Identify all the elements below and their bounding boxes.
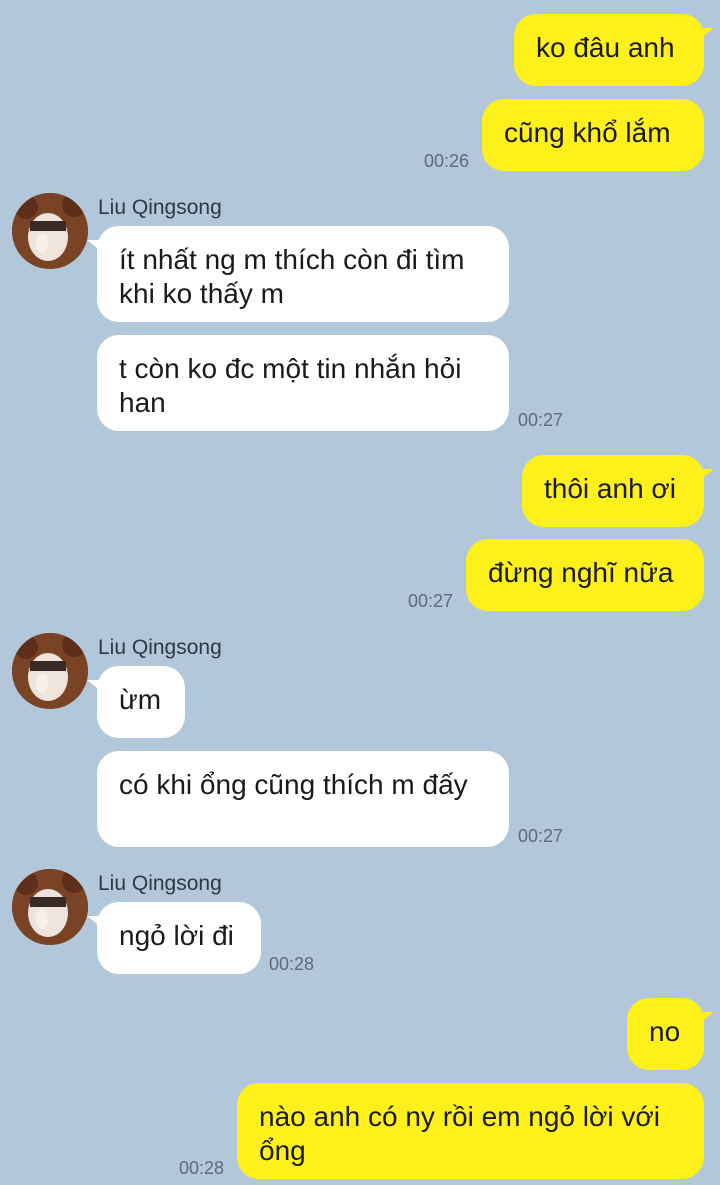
message-timestamp: 00:26 bbox=[424, 151, 470, 171]
message-text: t còn ko đc một tin nhắn hỏi han bbox=[119, 353, 462, 418]
message-bubble-received[interactable]: có khi ổng cũng thích m đấy bbox=[97, 751, 509, 847]
message-text: ít nhất ng m thích còn đi tìm khi ko thấ… bbox=[119, 244, 465, 309]
message-bubble-sent[interactable]: thôi anh ơi bbox=[522, 455, 714, 527]
message-text: có khi ổng cũng thích m đấy bbox=[119, 769, 468, 800]
message-bubble-sent[interactable]: cũng khổ lắm bbox=[482, 99, 704, 171]
sender-name: Liu Qingsong bbox=[98, 636, 222, 659]
contact-avatar[interactable] bbox=[12, 193, 88, 269]
chat-view[interactable]: ko đâu anh cũng khổ lắm 00:26 Liu Qingso… bbox=[0, 0, 720, 1185]
contact-avatar[interactable] bbox=[12, 869, 88, 945]
bear-hood-photo-icon bbox=[12, 633, 88, 709]
message-timestamp: 00:27 bbox=[408, 591, 454, 611]
message-bubble-sent[interactable]: no bbox=[627, 998, 714, 1070]
message-bubble-received[interactable]: ừm bbox=[87, 666, 185, 738]
message-bubble-received[interactable]: t còn ko đc một tin nhắn hỏi han bbox=[97, 335, 509, 431]
message-bubble-sent[interactable]: đừng nghĩ nữa bbox=[466, 539, 704, 611]
message-text: ừm bbox=[119, 684, 162, 715]
message-bubble-sent[interactable]: ko đâu anh bbox=[514, 14, 714, 86]
message-text: cũng khổ lắm bbox=[504, 117, 671, 148]
message-text: thôi anh ơi bbox=[544, 473, 677, 504]
message-text: ngỏ lời đi bbox=[119, 920, 234, 951]
message-timestamp: 00:28 bbox=[269, 954, 315, 974]
bear-hood-photo-icon bbox=[12, 193, 88, 269]
message-timestamp: 00:27 bbox=[518, 410, 564, 430]
message-timestamp: 00:28 bbox=[179, 1158, 225, 1178]
message-text: đừng nghĩ nữa bbox=[488, 557, 674, 588]
bear-hood-photo-icon bbox=[12, 869, 88, 945]
message-text: ko đâu anh bbox=[536, 32, 675, 63]
message-bubble-sent[interactable]: nào anh có ny rồi em ngỏ lời với ổng bbox=[237, 1083, 704, 1179]
contact-avatar[interactable] bbox=[12, 633, 88, 709]
message-timestamp: 00:27 bbox=[518, 826, 564, 846]
sender-name: Liu Qingsong bbox=[98, 196, 222, 219]
message-bubble-received[interactable]: ít nhất ng m thích còn đi tìm khi ko thấ… bbox=[87, 226, 509, 322]
message-text: nào anh có ny rồi em ngỏ lời với ổng bbox=[259, 1101, 660, 1166]
sender-name: Liu Qingsong bbox=[98, 872, 222, 895]
message-bubble-received[interactable]: ngỏ lời đi bbox=[87, 902, 261, 974]
message-text: no bbox=[649, 1016, 681, 1047]
